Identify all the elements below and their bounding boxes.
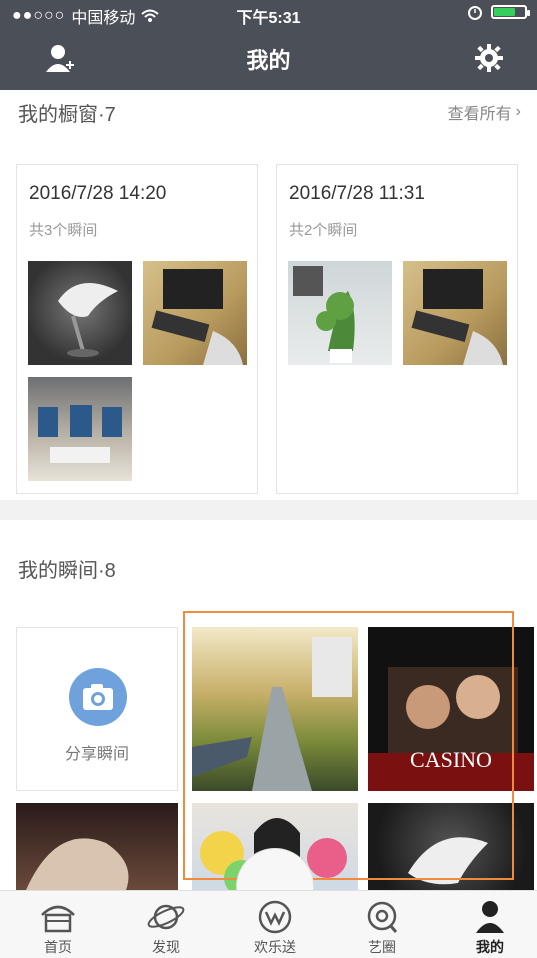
- share-moment-button[interactable]: 分享瞬间: [16, 627, 178, 791]
- planet-icon: [147, 904, 185, 930]
- card-date: 2016/7/28 11:31: [289, 183, 425, 204]
- showcase-card[interactable]: 2016/7/28 11:31 共2个瞬间: [276, 164, 518, 494]
- battery-icon: [491, 5, 530, 19]
- showcase-card[interactable]: 2016/7/28 14:20 共3个瞬间: [16, 164, 258, 494]
- thumbnail-sculpture[interactable]: [28, 261, 132, 365]
- thumbnail-office-plant[interactable]: [288, 261, 392, 365]
- showcase-section: 我的橱窗·7 查看所有 › 2016/7/28 14:20 共3个瞬间 2016…: [0, 90, 537, 500]
- tab-mine[interactable]: 我的: [440, 891, 537, 958]
- tab-art-circle[interactable]: 艺圈: [332, 891, 432, 958]
- share-moment-label: 分享瞬间: [64, 746, 129, 763]
- page-title: 我的: [246, 48, 291, 73]
- thumbnail-desk-computer[interactable]: [403, 261, 507, 365]
- tab-label: 艺圈: [368, 939, 396, 955]
- alarm-icon: [468, 6, 482, 20]
- chevron-right-icon: ›: [515, 103, 521, 120]
- thumbnail-living-room[interactable]: [28, 377, 132, 481]
- moments-title: 我的瞬间·8: [18, 560, 116, 582]
- card-count: 共2个瞬间: [289, 222, 358, 239]
- tab-label: 欢乐送: [254, 939, 296, 955]
- thumbnail-desk-computer[interactable]: [143, 261, 247, 365]
- moment-photo-park-path[interactable]: [192, 627, 358, 791]
- status-bar: ●●○○○ 中国移动 下午5:31: [0, 0, 537, 28]
- see-all-label: 查看所有: [447, 106, 512, 123]
- tab-home[interactable]: 首页: [8, 891, 108, 958]
- bottom-tab-bar: 首页 发现 欢乐送 艺圈 我的: [0, 890, 537, 958]
- card-date: 2016/7/28 14:20: [29, 183, 167, 204]
- tab-label: 发现: [152, 939, 180, 955]
- clock: 下午5:31: [236, 10, 301, 27]
- user-icon: [476, 901, 504, 933]
- moments-section: 我的瞬间·8 分享瞬间 CASINO: [0, 520, 537, 890]
- w-logo-icon: [258, 900, 292, 934]
- tab-label: 首页: [44, 939, 72, 955]
- top-navigation-bar: 我的: [0, 28, 537, 90]
- moment-photo-shell[interactable]: [16, 803, 178, 890]
- moment-photo-casino-poster[interactable]: CASINO: [368, 627, 534, 791]
- battery-level: [494, 8, 515, 16]
- camera-icon: [69, 668, 127, 726]
- tab-happy-delivery[interactable]: 欢乐送: [225, 891, 325, 958]
- tab-discover[interactable]: 发现: [116, 891, 216, 958]
- settings-gear-icon[interactable]: [473, 42, 505, 74]
- see-all-link[interactable]: 查看所有 ›: [448, 100, 521, 124]
- moment-photo-sculpture[interactable]: [368, 803, 534, 890]
- circle-at-icon: [367, 901, 398, 933]
- status-right: [467, 4, 530, 20]
- card-count: 共3个瞬间: [29, 222, 98, 239]
- svg-text:CASINO: CASINO: [410, 747, 492, 772]
- tab-label: 我的: [476, 939, 504, 955]
- home-icon: [41, 905, 75, 933]
- showcase-title: 我的橱窗·7: [18, 104, 116, 126]
